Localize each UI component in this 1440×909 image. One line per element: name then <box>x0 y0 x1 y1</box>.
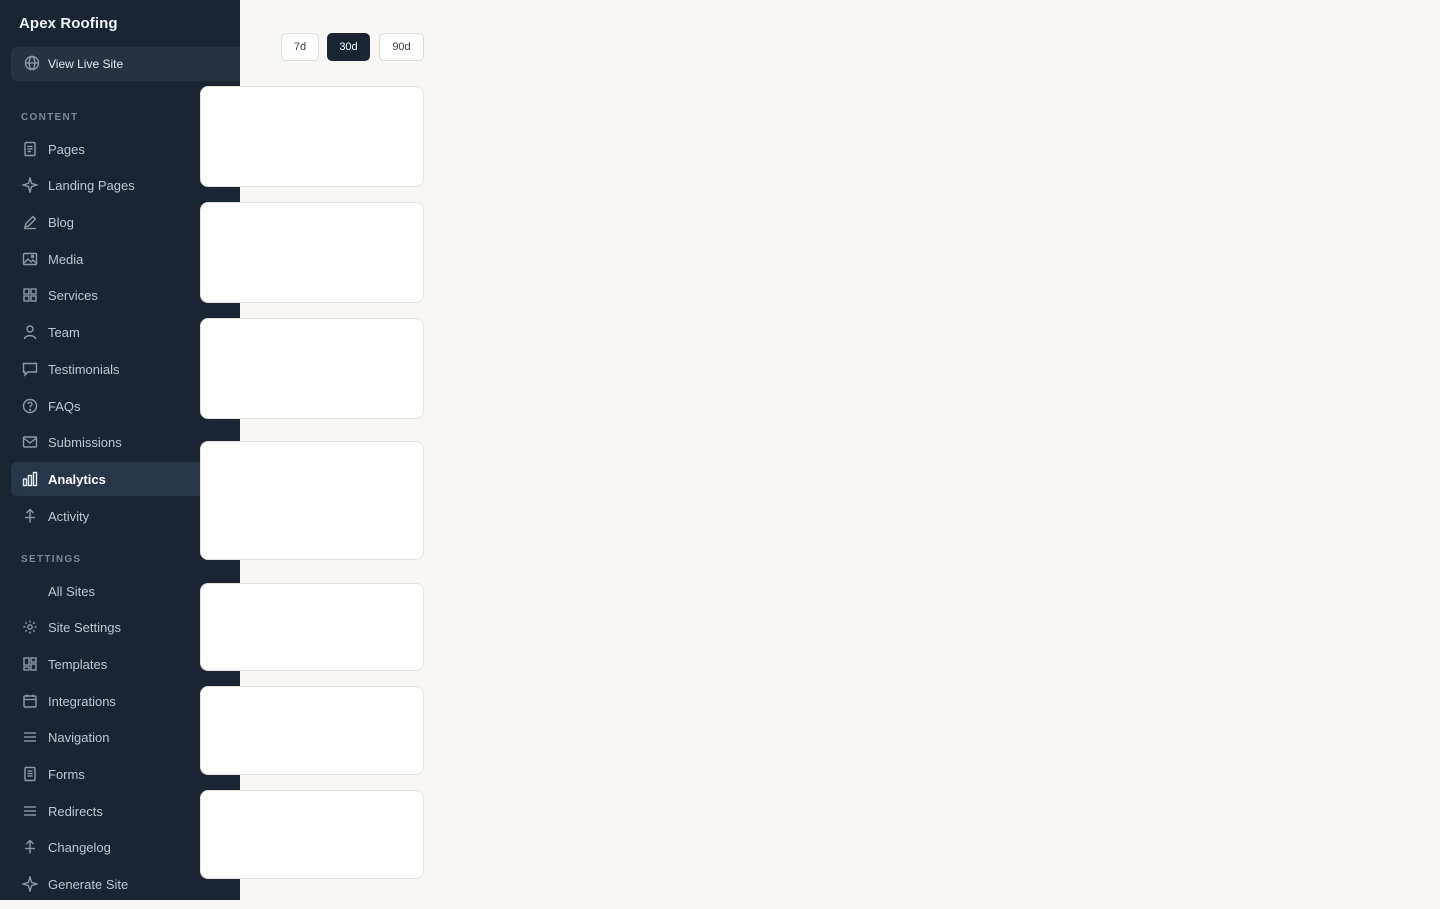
sidebar-item-landing-pages[interactable]: Landing Pages <box>11 168 229 202</box>
sidebar-item-label: Submissions <box>48 434 122 450</box>
sidebar-item-label: Activity <box>48 508 90 524</box>
sidebar-item-site-settings[interactable]: Site Settings <box>11 610 229 644</box>
stat-card <box>200 86 424 187</box>
user-icon <box>21 323 39 341</box>
globe-icon <box>24 55 40 74</box>
sidebar-item-label: Analytics <box>48 471 106 487</box>
sidebar-item-label: Templates <box>48 656 108 672</box>
menu-icon <box>21 728 39 746</box>
sidebar-item-activity[interactable]: Activity <box>11 499 229 533</box>
gear-icon <box>21 618 39 636</box>
question-icon <box>21 397 39 415</box>
stat-card <box>200 583 424 671</box>
sidebar-item-label: Pages <box>48 141 85 157</box>
sidebar-item-pages[interactable]: Pages <box>11 132 229 166</box>
pencil-icon <box>21 213 39 231</box>
sidebar-item-label: Changelog <box>48 839 111 855</box>
content-section-label: CONTENT <box>21 112 79 123</box>
sidebar-item-generate-site[interactable]: Generate Site <box>11 867 229 900</box>
image-icon <box>21 250 39 268</box>
sidebar-item-label: All Sites <box>48 583 95 599</box>
sidebar-item-templates[interactable]: Templates <box>11 647 229 681</box>
sidebar-item-label: Team <box>48 324 80 340</box>
sidebar-item-testimonials[interactable]: Testimonials <box>11 352 229 386</box>
sidebar-item-label: Generate Site <box>48 876 129 892</box>
sidebar-item-media[interactable]: Media <box>11 242 229 276</box>
grid-icon <box>21 286 39 304</box>
stat-card <box>200 790 424 879</box>
sidebar-item-label: Testimonials <box>48 361 120 377</box>
menu-icon <box>21 802 39 820</box>
sidebar-item-label: Blog <box>48 214 75 230</box>
sidebar-item-label: Site Settings <box>48 619 121 635</box>
range-30d-button[interactable]: 30d <box>327 33 370 61</box>
sidebar-item-label: Navigation <box>48 729 110 745</box>
sidebar-item-analytics[interactable]: Analytics <box>11 462 229 496</box>
sidebar-item-team[interactable]: Team <box>11 315 229 349</box>
bar-chart-icon <box>21 470 39 488</box>
sidebar-item-faqs[interactable]: FAQs <box>11 389 229 423</box>
page-icon <box>21 140 39 158</box>
template-icon <box>21 655 39 673</box>
sidebar-item-services[interactable]: Services <box>11 278 229 312</box>
stat-card <box>200 686 424 775</box>
sidebar-item-redirects[interactable]: Redirects <box>11 794 229 828</box>
site-brand: Apex Roofing <box>19 15 118 32</box>
form-icon <box>21 765 39 783</box>
settings-section-label: SETTINGS <box>21 554 82 565</box>
sidebar-item-label: Redirects <box>48 803 103 819</box>
range-7d-button[interactable]: 7d <box>281 33 319 61</box>
stat-card <box>200 202 424 303</box>
sidebar-item-label: Services <box>48 287 98 303</box>
view-live-site-label: View Live Site <box>48 57 124 71</box>
sidebar-item-label: Media <box>48 251 84 267</box>
chat-icon <box>21 360 39 378</box>
sidebar-item-label: FAQs <box>48 398 81 414</box>
stat-card <box>200 441 424 560</box>
stat-card <box>200 318 424 419</box>
sidebar-item-label: Landing Pages <box>48 177 135 193</box>
calendar-icon <box>21 692 39 710</box>
sidebar-item-integrations[interactable]: Integrations <box>11 684 229 718</box>
range-90d-button[interactable]: 90d <box>379 33 424 61</box>
sidebar-item-changelog[interactable]: Changelog <box>11 830 229 864</box>
sparkle-icon <box>21 875 39 893</box>
sidebar-item-forms[interactable]: Forms <box>11 757 229 791</box>
sidebar-item-blog[interactable]: Blog <box>11 205 229 239</box>
sidebar-item-label: Forms <box>48 766 85 782</box>
sidebar-item-navigation[interactable]: Navigation <box>11 720 229 754</box>
sidebar-item-all-sites[interactable]: All Sites <box>11 574 229 608</box>
sidebar-item-label: Integrations <box>48 693 116 709</box>
mail-icon <box>21 433 39 451</box>
pulse-icon <box>21 838 39 856</box>
sidebar-item-submissions[interactable]: Submissions <box>11 425 229 459</box>
sparkle-icon <box>21 176 39 194</box>
view-live-site-button[interactable]: View Live Site <box>11 47 240 81</box>
pulse-icon <box>21 507 39 525</box>
